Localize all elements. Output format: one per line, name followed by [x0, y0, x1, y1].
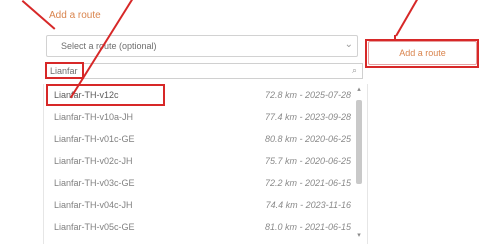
chevron-down-icon: ⌄ — [344, 39, 353, 50]
list-item[interactable]: Lianfar-TH-v03c-GE 72.2 km - 2021-06-15 — [44, 174, 355, 192]
list-item[interactable]: Lianfar-TH-v05c-GE 81.0 km - 2021-06-15 — [44, 218, 355, 236]
annotation-box-add-route — [365, 39, 479, 68]
route-name: Lianfar-TH-v10a-JH — [54, 112, 134, 122]
route-meta: 81.0 km - 2021-06-15 — [264, 222, 351, 232]
scrollbar-thumb[interactable] — [356, 100, 362, 184]
list-item[interactable]: Lianfar-TH-v01c-GE 80.8 km - 2020-06-25 — [44, 130, 355, 148]
scroll-up-icon[interactable]: ▴ — [355, 86, 363, 94]
route-meta: 75.7 km - 2020-06-25 — [264, 156, 351, 166]
annotation-box-first-route — [46, 84, 165, 106]
list-item[interactable]: Lianfar-TH-v04c-JH 74.4 km - 2023-11-16 — [44, 196, 355, 214]
route-meta: 80.8 km - 2020-06-25 — [264, 134, 351, 144]
search-input[interactable]: Lianfar ⌕ — [46, 63, 363, 79]
annotation-line — [394, 35, 396, 40]
route-meta: 72.8 km - 2025-07-28 — [264, 90, 351, 100]
route-name: Lianfar-TH-v02c-JH — [54, 156, 133, 166]
route-name: Lianfar-TH-v04c-JH — [54, 200, 133, 210]
list-item[interactable]: Lianfar-TH-v10a-JH 77.4 km - 2023-09-28 — [44, 108, 355, 126]
route-meta: 72.2 km - 2021-06-15 — [264, 178, 351, 188]
route-meta: 74.4 km - 2023-11-16 — [265, 200, 351, 210]
route-name: Lianfar-TH-v05c-GE — [54, 222, 135, 232]
list-item[interactable]: Lianfar-TH-v02c-JH 75.7 km - 2020-06-25 — [44, 152, 355, 170]
route-select[interactable]: Select a route (optional) ⌄ — [46, 35, 358, 57]
route-select-label: Select a route (optional) — [61, 41, 157, 51]
scrollbar[interactable]: ▴ ▾ — [355, 86, 363, 242]
annotation-box-filter — [45, 62, 84, 79]
route-meta: 77.4 km - 2023-09-28 — [264, 112, 351, 122]
search-icon: ⌕ — [351, 65, 357, 75]
page-title: Add a route — [49, 10, 101, 21]
route-dropdown-list: Lianfar-TH-v12c 72.8 km - 2025-07-28 Lia… — [43, 84, 368, 244]
scroll-down-icon[interactable]: ▾ — [355, 232, 363, 240]
route-name: Lianfar-TH-v01c-GE — [54, 134, 135, 144]
route-name: Lianfar-TH-v03c-GE — [54, 178, 135, 188]
